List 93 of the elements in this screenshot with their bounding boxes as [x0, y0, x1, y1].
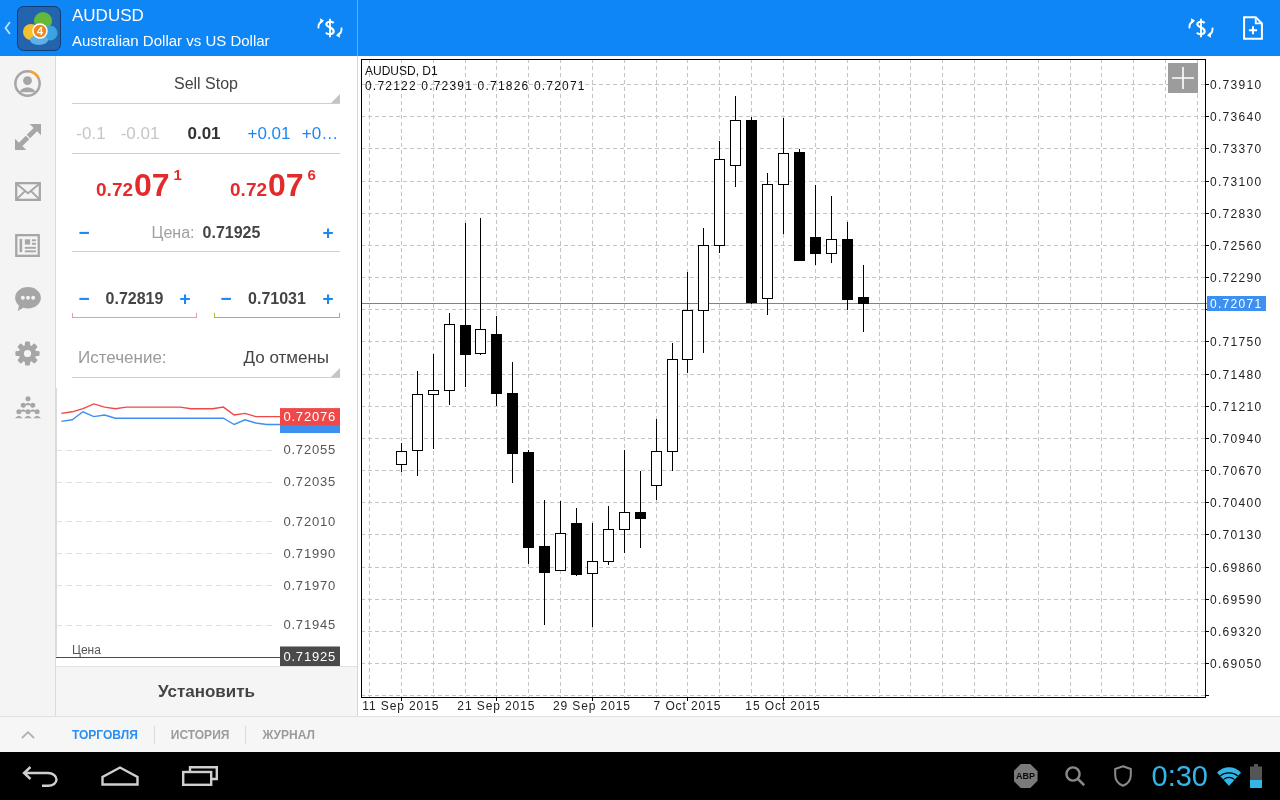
volume-step-button[interactable]: +0.01: [247, 123, 291, 144]
symbol-title: AUDUSD: [72, 6, 145, 26]
tab[interactable]: ИСТОРИЯ: [154, 716, 246, 753]
price-axis-label: 0.72830: [1210, 207, 1263, 221]
recent-apps-icon[interactable]: [182, 766, 218, 786]
price-axis-label: 0.73370: [1210, 142, 1263, 156]
tab[interactable]: ТОРГОВЛЯ: [56, 716, 154, 753]
increase-button[interactable]: +: [316, 283, 340, 314]
expiration-dropdown[interactable]: Истечение: До отмены: [72, 338, 340, 378]
price-level-field[interactable]: − 0.72819 +: [72, 280, 197, 318]
chart-title: AUDUSD, D1: [365, 64, 438, 78]
decrease-button[interactable]: −: [214, 283, 238, 314]
candlestick: [603, 505, 614, 566]
price-axis-label: 0.69590: [1210, 593, 1263, 607]
shield-icon: [1113, 765, 1132, 787]
price-axis-label: 0.73640: [1210, 110, 1263, 124]
wifi-icon: [1217, 766, 1241, 786]
price-axis-label: 0.72560: [1210, 239, 1263, 253]
price-label: Цена:: [151, 223, 195, 242]
logo-icon: 4: [17, 5, 61, 51]
price-axis-label: 0.70940: [1210, 432, 1263, 446]
price-tag: 0.72071: [1207, 296, 1266, 311]
home-icon[interactable]: [101, 766, 139, 786]
price-axis-label: 0.69050: [1210, 657, 1263, 671]
ohlc-values: 0.72122 0.72391 0.71826 0.72071: [365, 79, 586, 93]
price-tag: 0.72076: [280, 408, 340, 426]
crosshair-icon[interactable]: [1168, 63, 1198, 93]
status-badge: ABP: [1013, 764, 1038, 788]
symbol-description: Australian Dollar vs US Dollar: [72, 31, 270, 50]
back-arrow-icon[interactable]: [22, 765, 58, 787]
price-axis-label: 0.73910: [1210, 78, 1263, 92]
price-tag: 0.71925: [280, 646, 340, 667]
price-level-value: 0.72819: [104, 289, 165, 308]
volume-value: 0.01: [187, 123, 221, 144]
price-axis-label: 0.71210: [1210, 400, 1263, 414]
price-field[interactable]: − Цена: 0.71925 +: [72, 214, 340, 252]
expiration-label: Истечение:: [78, 347, 168, 368]
price-axis-label: 0.72010: [283, 513, 336, 529]
date-axis-label: 7 Oct 2015: [653, 699, 722, 713]
price-axis-label: 0.70130: [1210, 528, 1263, 542]
dollar-arrows-icon[interactable]: [316, 16, 344, 40]
price-axis-label: 0.70400: [1210, 496, 1263, 510]
price-axis-label: 0.71970: [283, 577, 336, 593]
place-order-button[interactable]: Установить: [56, 666, 357, 716]
date-axis-label: 21 Sep 2015: [457, 699, 536, 713]
diagonal-arrows-icon[interactable]: [14, 124, 41, 150]
order-type-dropdown[interactable]: Sell Stop: [72, 64, 340, 104]
price-axis-label: 0.73100: [1210, 175, 1263, 189]
account-ring-icon[interactable]: [14, 69, 41, 97]
dollar-arrows-icon[interactable]: [1187, 16, 1215, 40]
date-axis-label: 15 Oct 2015: [745, 699, 821, 713]
price-axis-label: 0.71990: [283, 545, 336, 561]
price-axis-label: 0.71750: [1210, 335, 1263, 349]
price-axis-label: 0.72035: [283, 474, 336, 490]
price-level-field[interactable]: − 0.71031 +: [214, 280, 340, 318]
search-icon: [1064, 766, 1085, 786]
caret-up-icon[interactable]: [21, 730, 35, 739]
price-axis-label: 0.71945: [283, 617, 336, 633]
price-axis-label: 0.69320: [1210, 625, 1263, 639]
price-axis-label: 0.69860: [1210, 561, 1263, 575]
expiration-value: До отмены: [243, 347, 329, 368]
candlestick: [858, 264, 869, 333]
increase-button[interactable]: +: [316, 217, 340, 248]
envelope-icon[interactable]: [14, 181, 41, 201]
volume-step-button[interactable]: +0…: [301, 123, 339, 144]
document-plus-icon[interactable]: [1243, 16, 1263, 40]
people-pyramid-icon[interactable]: [14, 395, 41, 419]
price-level-value: 0.71031: [247, 289, 307, 308]
candlestick: [571, 507, 582, 577]
dropdown-corner-icon: [331, 94, 340, 103]
price-axis-label: 0.71480: [1210, 368, 1263, 382]
candlestick: [826, 195, 837, 264]
dropdown-corner-icon: [331, 368, 340, 377]
date-axis-label: 11 Sep 2015: [362, 699, 440, 713]
price-axis-label: 0.72055: [283, 442, 336, 458]
settings-icon[interactable]: [15, 340, 40, 366]
decrease-button[interactable]: −: [72, 217, 96, 248]
price-value: 0.71925: [202, 223, 261, 242]
candlestick: [555, 500, 566, 572]
chat-bubble-icon[interactable]: [14, 287, 41, 311]
battery-icon: [1250, 764, 1262, 788]
status-clock: 0:30: [1151, 759, 1208, 793]
increase-button[interactable]: +: [173, 283, 197, 314]
price-axis-label: 0.72290: [1210, 271, 1263, 285]
price-line-label: Цена: [72, 642, 101, 657]
tab[interactable]: ЖУРНАЛ: [246, 716, 331, 753]
chevron-left-icon[interactable]: [4, 21, 11, 35]
date-axis-label: 29 Sep 2015: [552, 699, 631, 713]
newspaper-icon[interactable]: [15, 233, 40, 257]
candlestick: [396, 442, 407, 473]
y-tick-label: 0.72076: [283, 409, 336, 425]
price-axis-label: 0.70670: [1210, 464, 1263, 478]
decrease-button[interactable]: −: [72, 283, 96, 314]
